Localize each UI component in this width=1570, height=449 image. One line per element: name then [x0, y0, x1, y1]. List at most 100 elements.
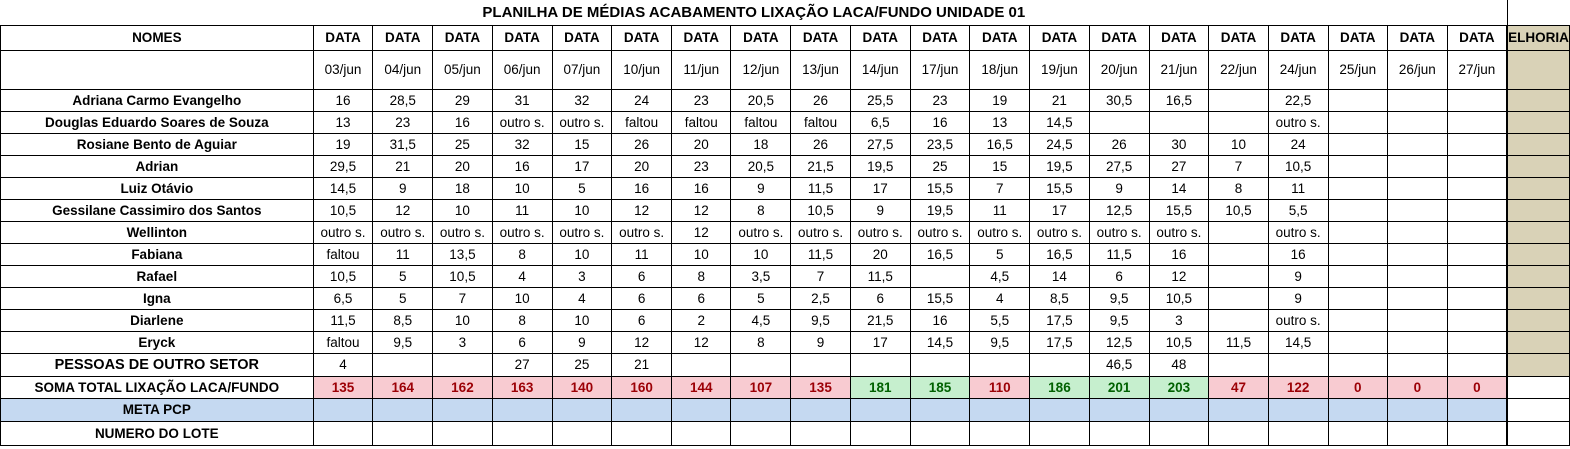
value-cell[interactable]: 8 — [730, 330, 792, 354]
value-cell[interactable]: 26 — [790, 132, 851, 156]
value-cell[interactable]: 27 — [1148, 154, 1210, 178]
value-cell[interactable]: 9 — [551, 330, 613, 354]
person-name[interactable]: Douglas Eduardo Soares de Souza — [0, 110, 314, 134]
value-cell[interactable]: 12 — [611, 198, 672, 222]
value-cell[interactable]: 17,5 — [1029, 330, 1090, 354]
value-cell[interactable]: 10 — [730, 242, 792, 266]
cell[interactable] — [0, 49, 314, 90]
value-cell[interactable]: 25,5 — [849, 88, 911, 112]
value-cell[interactable] — [1148, 110, 1210, 134]
value-cell[interactable]: 11 — [491, 198, 553, 222]
value-cell[interactable]: 4 — [551, 286, 613, 310]
value-cell[interactable]: 27 — [491, 352, 553, 377]
value-cell[interactable]: 46,5 — [1088, 352, 1150, 377]
value-cell[interactable]: 9 — [849, 198, 911, 222]
value-cell[interactable]: 31 — [491, 88, 553, 112]
value-cell[interactable] — [1327, 132, 1389, 156]
value-cell[interactable]: outro s. — [790, 220, 851, 244]
value-cell[interactable] — [432, 352, 493, 377]
value-cell[interactable]: 24,5 — [1029, 132, 1090, 156]
value-cell[interactable]: 6 — [611, 264, 672, 288]
meta-cell[interactable] — [790, 397, 851, 422]
person-name[interactable]: Adrian — [0, 154, 314, 178]
outro-setor-label[interactable]: PESSOAS DE OUTRO SETOR — [0, 352, 314, 377]
value-cell[interactable]: 23 — [670, 88, 732, 112]
value-cell[interactable]: outro s. — [1029, 220, 1090, 244]
value-cell[interactable]: outro s. — [372, 220, 434, 244]
cell[interactable] — [1507, 375, 1570, 399]
value-cell[interactable]: 15,5 — [909, 176, 971, 200]
value-cell[interactable]: outro s. — [1267, 110, 1329, 134]
value-cell[interactable] — [969, 352, 1031, 377]
value-cell[interactable]: 3 — [1148, 308, 1210, 332]
value-cell[interactable]: 9,5 — [790, 308, 851, 332]
value-cell[interactable]: 21,5 — [849, 308, 911, 332]
meta-cell[interactable] — [372, 397, 434, 422]
value-cell[interactable]: 9 — [730, 176, 792, 200]
value-cell[interactable]: 6,5 — [849, 110, 911, 134]
value-cell[interactable]: faltou — [312, 330, 374, 354]
value-cell[interactable]: 12,5 — [1088, 198, 1150, 222]
value-cell[interactable]: 48 — [1148, 352, 1210, 377]
lote-cell[interactable] — [670, 420, 732, 446]
meta-cell[interactable] — [1208, 397, 1269, 422]
value-cell[interactable]: 14,5 — [312, 176, 374, 200]
melhoria-cell[interactable] — [1507, 49, 1570, 90]
person-name[interactable]: Adriana Carmo Evangelho — [0, 88, 314, 112]
lote-cell[interactable] — [1208, 420, 1269, 446]
value-cell[interactable]: 8 — [491, 308, 553, 332]
value-cell[interactable]: 16 — [611, 176, 672, 200]
value-cell[interactable]: 31,5 — [372, 132, 434, 156]
value-cell[interactable]: 4 — [312, 352, 374, 377]
value-cell[interactable]: 12 — [611, 330, 672, 354]
value-cell[interactable] — [1327, 220, 1389, 244]
person-name[interactable]: Wellinton — [0, 220, 314, 244]
value-cell[interactable]: 10 — [432, 198, 493, 222]
value-cell[interactable] — [1208, 308, 1269, 332]
value-cell[interactable] — [1208, 220, 1269, 244]
value-cell[interactable]: 16 — [909, 110, 971, 134]
lote-cell[interactable] — [849, 420, 911, 446]
value-cell[interactable]: 19,5 — [1029, 154, 1090, 178]
value-cell[interactable]: 17 — [551, 154, 613, 178]
meta-cell[interactable] — [551, 397, 613, 422]
value-cell[interactable]: 28,5 — [372, 88, 434, 112]
value-cell[interactable] — [372, 352, 434, 377]
value-cell[interactable]: faltou — [670, 110, 732, 134]
value-cell[interactable] — [670, 352, 732, 377]
value-cell[interactable] — [1387, 352, 1448, 377]
value-cell[interactable]: 9 — [790, 330, 851, 354]
value-cell[interactable]: 12,5 — [1088, 330, 1150, 354]
value-cell[interactable] — [1446, 286, 1508, 310]
value-cell[interactable]: 27,5 — [849, 132, 911, 156]
value-cell[interactable] — [1327, 330, 1389, 354]
value-cell[interactable]: 8,5 — [372, 308, 434, 332]
value-cell[interactable]: 16,5 — [1029, 242, 1090, 266]
meta-cell[interactable] — [1267, 397, 1329, 422]
value-cell[interactable] — [1387, 264, 1448, 288]
soma-value[interactable]: 185 — [909, 375, 971, 399]
soma-value[interactable]: 47 — [1208, 375, 1269, 399]
value-cell[interactable]: 17,5 — [1029, 308, 1090, 332]
value-cell[interactable]: 21,5 — [790, 154, 851, 178]
value-cell[interactable]: 11 — [372, 242, 434, 266]
person-name[interactable]: Gessilane Cassimiro dos Santos — [0, 198, 314, 222]
soma-value[interactable]: 201 — [1088, 375, 1150, 399]
value-cell[interactable]: 9 — [372, 176, 434, 200]
value-cell[interactable] — [730, 352, 792, 377]
melhoria-cell[interactable] — [1507, 198, 1570, 222]
value-cell[interactable]: 29,5 — [312, 154, 374, 178]
value-cell[interactable] — [1387, 220, 1448, 244]
value-cell[interactable]: 16,5 — [909, 242, 971, 266]
soma-value[interactable]: 140 — [551, 375, 613, 399]
value-cell[interactable]: 5 — [730, 286, 792, 310]
value-cell[interactable]: 2 — [670, 308, 732, 332]
soma-value[interactable]: 0 — [1446, 375, 1508, 399]
value-cell[interactable] — [1446, 110, 1508, 134]
value-cell[interactable]: 24 — [1267, 132, 1329, 156]
value-cell[interactable]: 9 — [1267, 286, 1329, 310]
value-cell[interactable]: 13 — [312, 110, 374, 134]
value-cell[interactable]: 20 — [670, 132, 732, 156]
soma-value[interactable]: 186 — [1029, 375, 1090, 399]
meta-cell[interactable] — [491, 397, 553, 422]
